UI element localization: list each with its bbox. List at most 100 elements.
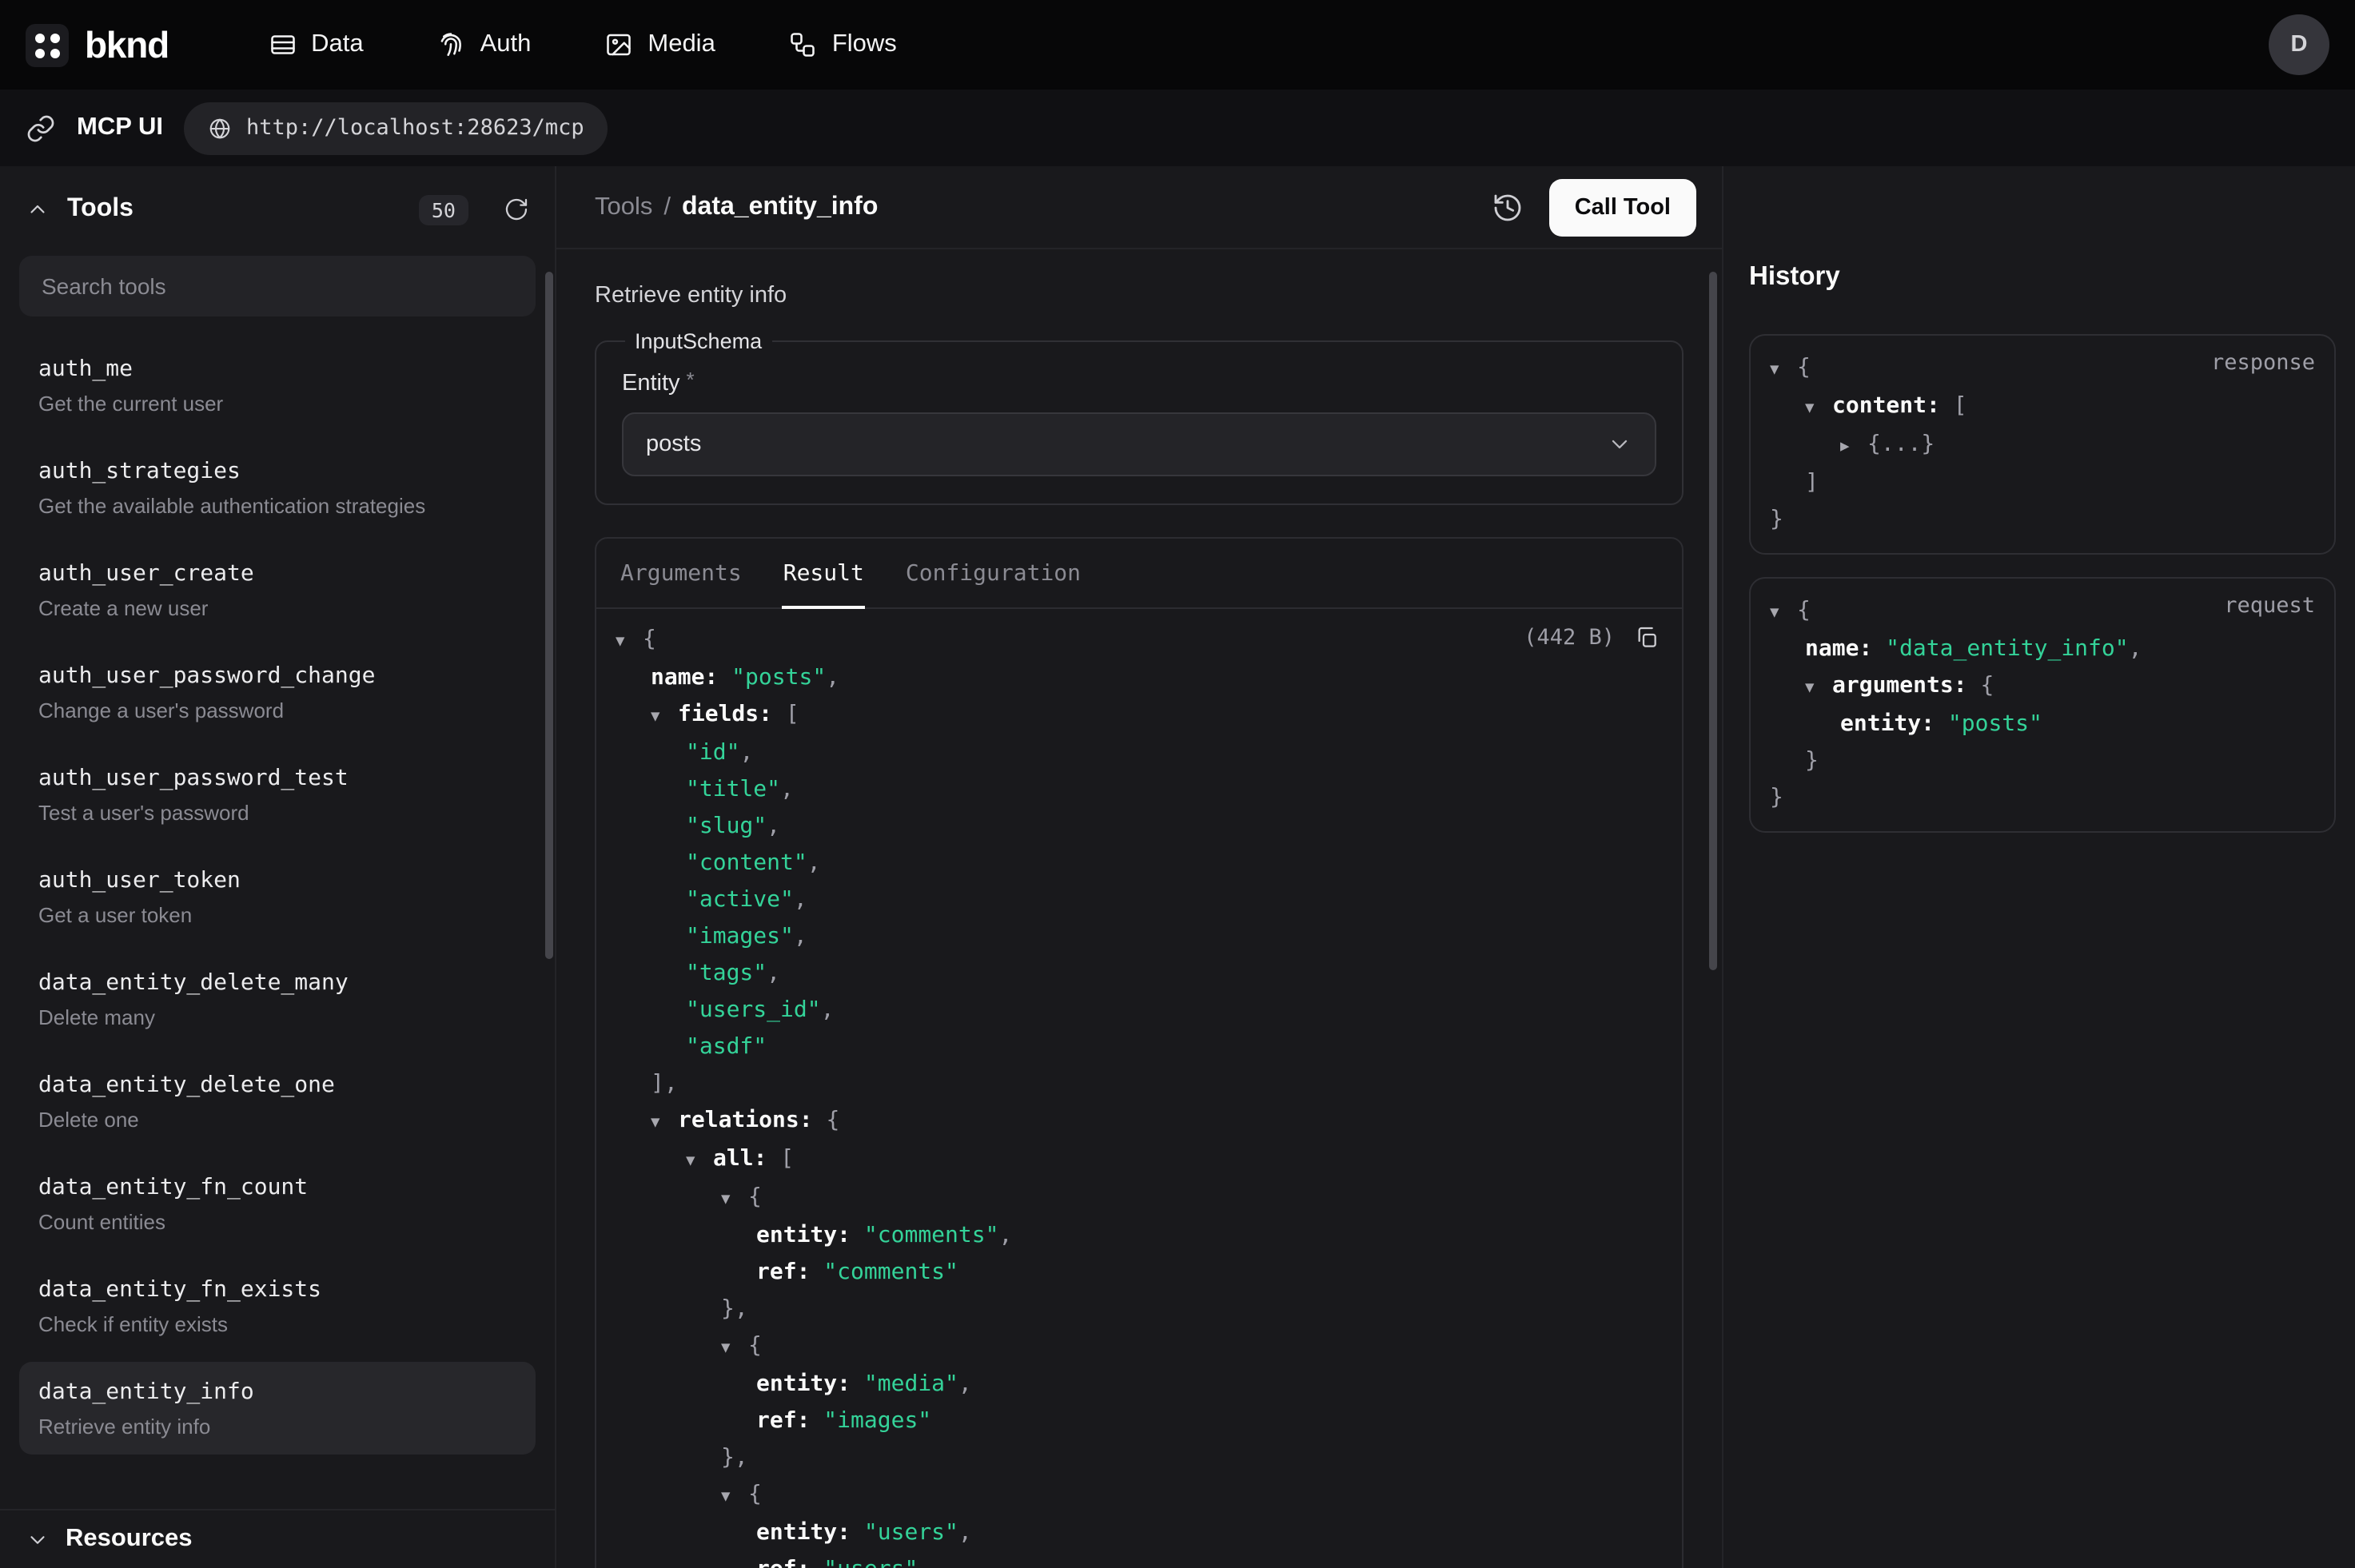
nav-item-flows[interactable]: Flows <box>789 30 897 59</box>
tool-description: Delete one <box>38 1106 516 1133</box>
json-token-key: all: <box>713 1146 767 1172</box>
tab-configuration[interactable]: Configuration <box>885 539 1102 607</box>
tool-list-item[interactable]: auth_meGet the current user <box>19 339 536 432</box>
json-token-punc: , <box>767 814 780 839</box>
tool-description: Get a user token <box>38 901 516 929</box>
tree-caret-icon[interactable]: ▼ <box>1770 595 1797 631</box>
tool-description: Create a new user <box>38 595 516 622</box>
tab-arguments[interactable]: Arguments <box>600 539 763 607</box>
tree-caret-icon[interactable]: ▶ <box>1840 428 1867 465</box>
breadcrumb-root[interactable]: Tools <box>595 193 652 221</box>
bknd-logo[interactable]: bknd <box>26 23 169 66</box>
tree-caret-icon[interactable]: ▼ <box>1805 390 1832 427</box>
data-table-icon <box>268 30 297 59</box>
search-tools-input[interactable] <box>19 256 536 316</box>
json-line: ref: "comments" <box>616 1255 1660 1291</box>
tool-name: auth_strategies <box>38 456 516 488</box>
history-title: History <box>1749 262 2336 293</box>
tool-name: data_entity_delete_many <box>38 967 516 999</box>
json-token-punc: , <box>794 887 807 913</box>
refresh-icon[interactable] <box>504 197 529 222</box>
tool-list-item[interactable]: data_entity_delete_one Delete one <box>19 1055 536 1148</box>
content-scrollbar[interactable] <box>1709 272 1717 970</box>
result-json-tree: ▼{name: "posts",▼fields: ["id","title","… <box>616 622 1660 1568</box>
tree-caret-icon[interactable]: ▼ <box>1770 352 1797 388</box>
json-token-punc: [ <box>1940 393 1967 419</box>
tool-detail-body: Retrieve entity info InputSchema Entity*… <box>556 249 1722 1568</box>
json-token-punc: {...} <box>1867 432 1935 457</box>
tool-description: Delete many <box>38 1004 516 1031</box>
workflow-icon <box>789 30 818 59</box>
chevron-down-icon <box>1607 432 1632 457</box>
tree-caret-icon[interactable]: ▼ <box>651 1104 678 1141</box>
tool-list-item[interactable]: auth_user_createCreate a new user <box>19 543 536 636</box>
fingerprint-icon <box>437 30 466 59</box>
json-token-key: ref: <box>756 1260 810 1285</box>
json-token-punc: } <box>1805 748 1819 774</box>
nav-label: Flows <box>832 30 897 59</box>
tool-list-item[interactable]: data_entity_fn_existsCheck if entity exi… <box>19 1260 536 1352</box>
user-avatar[interactable]: D <box>2269 14 2329 75</box>
json-line: ▶{...} <box>1770 427 2315 465</box>
tree-caret-icon[interactable]: ▼ <box>616 623 643 660</box>
json-line: entity: "media", <box>616 1367 1660 1403</box>
json-token-punc: { <box>748 1333 762 1359</box>
copy-icon[interactable] <box>1634 625 1660 651</box>
tool-description: Retrieve entity info <box>38 1413 516 1440</box>
tool-list-item[interactable]: data_entity_delete_many Delete many <box>19 953 536 1045</box>
json-line: name: "posts", <box>616 660 1660 697</box>
json-token-str: "active" <box>686 887 794 913</box>
json-token-punc: { <box>813 1108 840 1133</box>
main-layout: Tools 50 auth_meGet the current userauth… <box>0 166 2355 1568</box>
top-nav: bknd Data Auth Media Flows D <box>0 0 2355 90</box>
tool-list-item[interactable]: data_entity_fn_countCount entities <box>19 1157 536 1250</box>
tool-name: data_entity_fn_count <box>38 1172 516 1204</box>
tool-name: auth_me <box>38 353 516 385</box>
call-tool-button[interactable]: Call Tool <box>1549 178 1696 236</box>
tree-caret-icon[interactable]: ▼ <box>686 1143 713 1180</box>
json-token-str: "slug" <box>686 814 767 839</box>
json-line: }, <box>616 1440 1660 1477</box>
json-token-key: entity: <box>756 1520 851 1546</box>
history-entry-card[interactable]: response▼{▼content: [▶{...}]} <box>1749 334 2336 555</box>
json-token-key: fields: <box>678 702 772 727</box>
json-token-str: "id" <box>686 740 739 766</box>
tree-caret-icon[interactable]: ▼ <box>721 1181 748 1218</box>
tool-description: Test a user's password <box>38 799 516 826</box>
json-token-key: content: <box>1832 393 1940 419</box>
json-token-punc: ] <box>1805 470 1819 495</box>
tool-list-item[interactable]: data_entity_infoRetrieve entity info <box>19 1362 536 1455</box>
mcp-url-pill[interactable]: http://localhost:28623/mcp <box>184 101 608 154</box>
tree-caret-icon[interactable]: ▼ <box>1805 670 1832 706</box>
nav-item-data[interactable]: Data <box>268 30 364 59</box>
json-token-punc: }, <box>721 1296 748 1322</box>
tree-caret-icon[interactable]: ▼ <box>721 1330 748 1367</box>
tool-name: data_entity_delete_one <box>38 1069 516 1101</box>
json-token-str: "users_id" <box>686 997 821 1023</box>
tree-caret-icon[interactable]: ▼ <box>651 698 678 735</box>
breadcrumb-tool-name: data_entity_info <box>682 193 878 221</box>
tree-caret-icon[interactable]: ▼ <box>721 1478 748 1515</box>
tool-list-item[interactable]: auth_user_password_changeChange a user's… <box>19 646 536 738</box>
mcp-url: http://localhost:28623/mcp <box>246 115 584 141</box>
sidebar-scrollbar[interactable] <box>545 272 553 959</box>
chevron-down-icon <box>26 1527 50 1551</box>
tool-list-item[interactable]: auth_user_password_testTest a user's pas… <box>19 748 536 841</box>
tab-result[interactable]: Result <box>763 539 885 607</box>
entity-select[interactable]: posts <box>622 412 1656 476</box>
tool-list-item[interactable]: auth_strategiesGet the available authent… <box>19 441 536 534</box>
entity-field-label: Entity* <box>622 368 1656 396</box>
history-entry-card[interactable]: request▼{name: "data_entity_info",▼argum… <box>1749 577 2336 833</box>
nav-item-auth[interactable]: Auth <box>437 30 532 59</box>
resources-section-header[interactable]: Resources <box>0 1509 555 1568</box>
tool-description: Retrieve entity info <box>595 281 1684 310</box>
nav-label: Auth <box>480 30 532 59</box>
history-icon[interactable] <box>1492 191 1524 223</box>
tools-section-title: Tools <box>67 195 133 224</box>
tool-list-item[interactable]: auth_user_tokenGet a user token <box>19 850 536 943</box>
json-token-key: ref: <box>756 1557 810 1568</box>
nav-item-media[interactable]: Media <box>604 30 715 59</box>
tab-bar: ArgumentsResultConfiguration <box>596 539 1682 609</box>
chevron-up-icon[interactable] <box>26 197 50 221</box>
tools-section-header[interactable]: Tools 50 <box>0 166 555 253</box>
